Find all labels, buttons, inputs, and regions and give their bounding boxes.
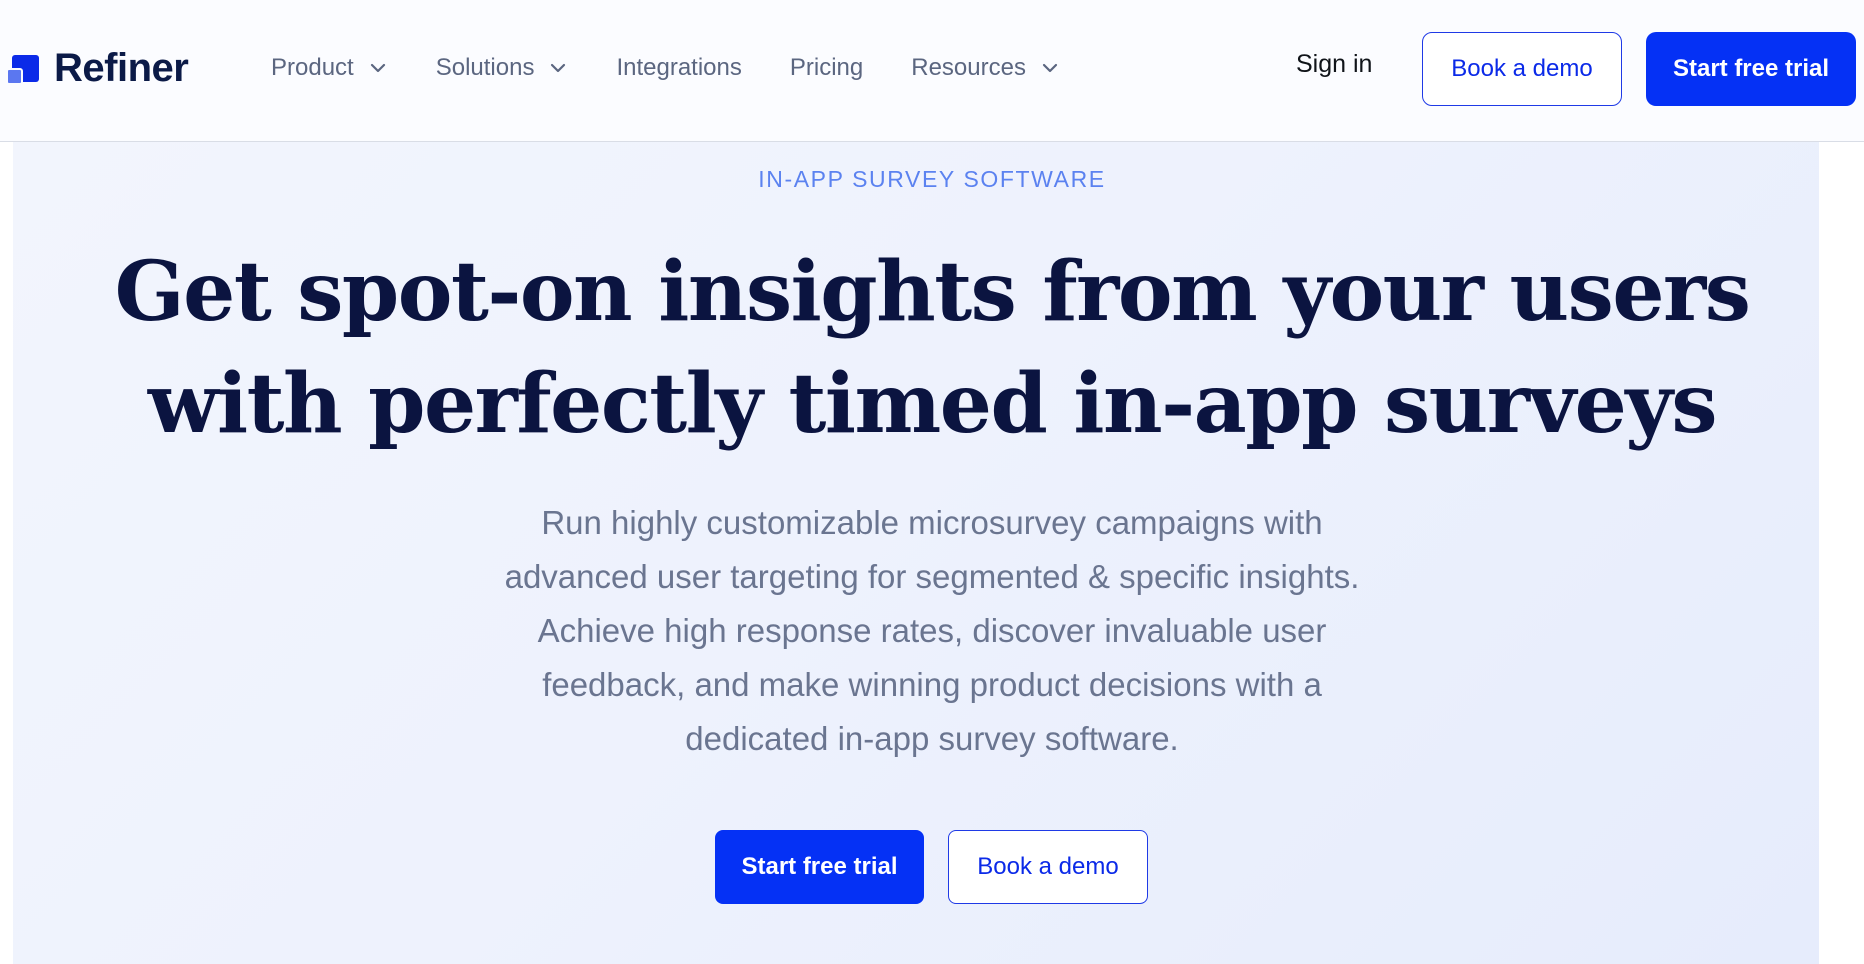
hero-description: Run highly customizable microsurvey camp… [0, 496, 1864, 766]
headline-line-1: Get spot-on insights from your users [114, 244, 1751, 340]
start-free-trial-button[interactable]: Start free trial [1646, 32, 1856, 106]
description-line: Run highly customizable microsurvey camp… [541, 504, 1323, 541]
nav-item-label: Resources [911, 54, 1026, 81]
chevron-down-icon [368, 58, 388, 78]
main-nav: Product Solutions Integrations Pricing R… [271, 48, 1108, 88]
description-line: Achieve high response rates, discover in… [537, 612, 1327, 649]
nav-item-pricing[interactable]: Pricing [790, 54, 863, 82]
hero-headline: Get spot-on insights from your users wit… [0, 236, 1864, 460]
nav-item-product[interactable]: Product [271, 54, 388, 82]
nav-item-resources[interactable]: Resources [911, 54, 1060, 82]
hero-start-free-trial-button[interactable]: Start free trial [715, 830, 924, 904]
sign-in-link[interactable]: Sign in [1296, 50, 1372, 79]
hero-book-demo-button[interactable]: Book a demo [948, 830, 1148, 904]
hero-eyebrow: IN-APP SURVEY SOFTWARE [758, 166, 1106, 192]
headline-line-2: with perfectly timed in-app surveys [147, 356, 1718, 452]
chevron-down-icon [1040, 58, 1060, 78]
chevron-down-icon [548, 58, 568, 78]
description-line: advanced user targeting for segmented & … [504, 558, 1360, 595]
nav-item-solutions[interactable]: Solutions [436, 54, 569, 82]
logo-text: Refiner [54, 46, 189, 90]
refiner-logo[interactable]: Refiner [6, 46, 189, 91]
nav-item-label: Pricing [789, 54, 864, 81]
refiner-logo-squares-icon [6, 51, 42, 87]
nav-item-integrations[interactable]: Integrations [616, 54, 741, 82]
book-demo-button[interactable]: Book a demo [1422, 32, 1622, 106]
nav-item-label: Integrations [616, 54, 742, 81]
nav-item-label: Solutions [435, 54, 535, 81]
nav-item-label: Product [271, 54, 354, 81]
site-header: Refiner Product Solutions Integrations P… [0, 0, 1864, 142]
description-line: feedback, and make winning product decis… [542, 666, 1322, 703]
description-line: dedicated in-app survey software. [685, 720, 1179, 757]
